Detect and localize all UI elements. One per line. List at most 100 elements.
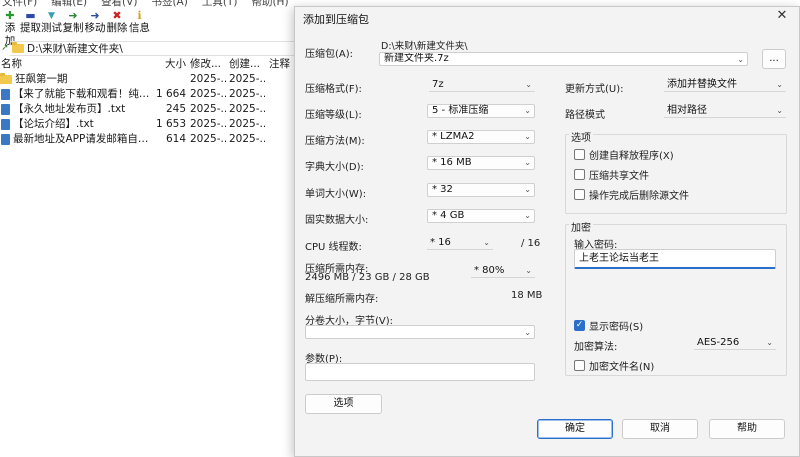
column-headers: 名称 大小 修改... 创建... 注释	[0, 57, 300, 71]
menu-edit[interactable]: 编辑(E)	[51, 0, 87, 8]
help-button[interactable]: 帮助	[709, 419, 785, 439]
encryption-group-title: 加密	[569, 219, 593, 234]
address-path: D:\来财\新建文件夹\	[27, 42, 123, 55]
folder-icon	[12, 41, 24, 53]
update-mode-select[interactable]: 添加并替换文件 ⌄	[664, 78, 786, 92]
copy-button[interactable]: ➜ 复制	[62, 10, 84, 38]
checkbox-unchecked-icon	[574, 360, 585, 371]
parameters-input[interactable]	[305, 363, 535, 381]
text-file-icon	[1, 134, 10, 145]
cancel-button[interactable]: 取消	[622, 419, 698, 439]
decompress-memory-value: 18 MB	[511, 290, 543, 301]
ok-button[interactable]: 确定	[537, 419, 613, 439]
chevron-down-icon: ⌄	[524, 185, 531, 194]
list-item[interactable]: 最新地址及APP请发邮箱自动... 614 2025-... 2025-...	[0, 132, 300, 147]
encryption-method-label: 加密算法:	[574, 342, 618, 353]
text-file-icon	[1, 104, 10, 115]
text-file-icon	[1, 119, 10, 130]
col-size[interactable]: 大小	[162, 57, 186, 71]
chevron-down-icon: ⌄	[524, 158, 531, 167]
col-modified[interactable]: 修改...	[190, 57, 226, 71]
dictionary-select[interactable]: * 16 MB ⌄	[427, 156, 535, 170]
col-note[interactable]: 注释	[269, 57, 290, 71]
create-sfx-checkbox[interactable]: 创建自释放程序(X)	[574, 147, 674, 162]
add-to-archive-dialog: 添加到压缩包 ✕ 压缩包(A): D:\来财\新建文件夹\ 新建文件夹.7z ⌄…	[294, 6, 800, 457]
delete-button[interactable]: ✖ 删除	[106, 10, 128, 38]
move-icon: ➜	[90, 9, 100, 22]
archive-name-input[interactable]: 新建文件夹.7z ⌄	[379, 52, 748, 66]
checkbox-unchecked-icon	[574, 169, 585, 180]
chevron-down-icon: ⌄	[524, 132, 531, 141]
chevron-down-icon: ⌄	[525, 266, 532, 275]
options-button[interactable]: 选项	[305, 394, 382, 414]
add-icon: ✚	[5, 9, 15, 22]
col-created[interactable]: 创建...	[229, 57, 265, 71]
list-item[interactable]: 【永久地址发布页】.txt 245 2025-... 2025-...	[0, 102, 300, 117]
browse-button[interactable]: ...	[762, 49, 786, 69]
archive-label: 压缩包(A):	[305, 49, 354, 60]
chevron-down-icon: ⌄	[524, 106, 531, 115]
file-manager-window: 文件(F) 编辑(E) 查看(V) 书签(A) 工具(T) 帮助(H) ✚ 添加…	[0, 0, 300, 457]
archive-dir: D:\来财\新建文件夹\	[381, 41, 468, 52]
address-field[interactable]: D:\来财\新建文件夹\	[10, 40, 300, 56]
info-button[interactable]: ℹ 信息	[128, 10, 151, 38]
test-button[interactable]: ▼ 测试	[41, 10, 62, 38]
up-arrow-icon[interactable]: ➚	[0, 43, 10, 53]
extract-button[interactable]: ▬ 提取	[20, 10, 41, 38]
threads-label: CPU 线程数:	[305, 242, 362, 253]
level-label: 压缩等级(L):	[305, 110, 362, 121]
update-mode-label: 更新方式(U):	[565, 84, 624, 95]
text-file-icon	[1, 89, 10, 100]
list-item[interactable]: 【论坛介绍】.txt 1 653 2025-... 2025-...	[0, 117, 300, 132]
chevron-down-icon[interactable]: ⌄	[737, 53, 744, 65]
add-button[interactable]: ✚ 添加	[0, 9, 20, 48]
checkbox-unchecked-icon	[574, 189, 585, 200]
chevron-down-icon: ⌄	[766, 338, 773, 347]
menu-tools[interactable]: 工具(T)	[202, 0, 238, 8]
delete-after-checkbox[interactable]: 操作完成后删除源文件	[574, 187, 689, 202]
menu-bar: 文件(F) 编辑(E) 查看(V) 书签(A) 工具(T) 帮助(H)	[0, 0, 289, 8]
chevron-down-icon: ⌄	[524, 328, 531, 337]
copy-icon: ➜	[68, 9, 78, 22]
encryption-method-select[interactable]: AES-256 ⌄	[694, 336, 776, 350]
info-icon: ℹ	[137, 9, 142, 22]
level-select[interactable]: 5 - 标准压缩 ⌄	[427, 104, 535, 118]
path-mode-select[interactable]: 相对路径 ⌄	[664, 104, 786, 118]
method-label: 压缩方法(M):	[305, 136, 365, 147]
delete-icon: ✖	[112, 9, 122, 22]
chevron-down-icon: ⌄	[525, 80, 532, 89]
word-size-select[interactable]: * 32 ⌄	[427, 183, 535, 197]
path-mode-label: 路径模式	[565, 110, 605, 121]
format-label: 压缩格式(F):	[305, 84, 362, 95]
memory-percent-select[interactable]: * 80% ⌄	[471, 264, 535, 278]
dictionary-label: 字典大小(D):	[305, 162, 364, 173]
checkbox-unchecked-icon	[574, 149, 585, 160]
show-password-checkbox[interactable]: ✓ 显示密码(S)	[574, 318, 643, 333]
menu-bookmarks[interactable]: 书签(A)	[151, 0, 187, 8]
chevron-down-icon: ⌄	[776, 80, 783, 89]
threads-select[interactable]: * 16 ⌄	[427, 236, 493, 250]
close-icon[interactable]: ✕	[775, 9, 789, 23]
threads-max: / 16	[521, 238, 541, 249]
list-item[interactable]: 狂飙第一期 2025-... 2025-...	[0, 72, 300, 87]
col-name[interactable]: 名称	[1, 57, 22, 71]
checkbox-checked-icon: ✓	[574, 320, 585, 331]
decompress-memory-label: 解压缩所需内存:	[305, 294, 379, 305]
split-size-input[interactable]: ⌄	[305, 325, 535, 339]
method-select[interactable]: * LZMA2 ⌄	[427, 130, 535, 144]
menu-view[interactable]: 查看(V)	[101, 0, 137, 8]
address-bar: ➚ D:\来财\新建文件夹\	[0, 40, 300, 56]
encrypt-filenames-checkbox[interactable]: 加密文件名(N)	[574, 358, 654, 373]
format-select[interactable]: 7z ⌄	[429, 78, 535, 92]
menu-file[interactable]: 文件(F)	[2, 0, 37, 8]
menu-help[interactable]: 帮助(H)	[251, 0, 288, 8]
chevron-down-icon: ⌄	[776, 106, 783, 115]
solid-size-select[interactable]: * 4 GB ⌄	[427, 209, 535, 223]
move-button[interactable]: ➜ 移动	[84, 10, 106, 38]
compress-shared-checkbox[interactable]: 压缩共享文件	[574, 167, 649, 182]
password-input[interactable]: 上老王论坛当老王	[574, 249, 776, 269]
list-item[interactable]: 【来了就能下载和观看！纯免... 1 664 2025-... 2025-...	[0, 87, 300, 102]
folder-icon	[0, 73, 12, 84]
solid-size-label: 固实数据大小:	[305, 215, 369, 226]
memory-value: 2496 MB / 23 GB / 28 GB	[305, 272, 430, 283]
